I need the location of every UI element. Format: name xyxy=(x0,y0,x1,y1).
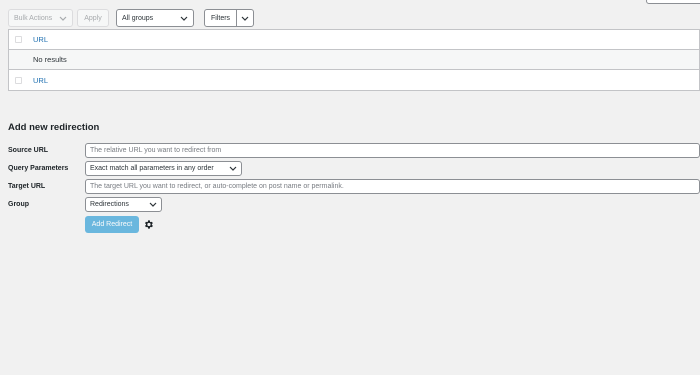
query-parameters-select[interactable]: Exact match all parameters in any order xyxy=(85,161,242,176)
target-url-placeholder: The target URL you want to redirect, or … xyxy=(90,183,344,190)
redirects-table: URL No results URL xyxy=(8,29,700,91)
source-url-label: Source URL xyxy=(8,147,49,154)
apply-label: Apply xyxy=(84,14,102,22)
gear-icon[interactable] xyxy=(143,219,154,230)
source-url-row: Source URL The relative URL you want to … xyxy=(8,143,700,158)
group-label: Group xyxy=(8,201,29,208)
select-all-checkbox[interactable] xyxy=(15,36,22,43)
bulk-actions-label: Bulk Actions xyxy=(14,14,53,22)
top-search-field[interactable] xyxy=(646,0,700,4)
table-row: No results xyxy=(9,50,699,70)
groups-select[interactable]: All groups xyxy=(116,9,194,27)
table-footer-row: URL xyxy=(9,70,699,90)
group-row: Group Redirections xyxy=(8,197,162,212)
query-parameters-value: Exact match all parameters in any order xyxy=(90,165,214,172)
add-redirection-heading: Add new redirection xyxy=(8,122,100,133)
apply-button[interactable]: Apply xyxy=(77,9,109,27)
chevron-down-icon xyxy=(229,166,237,171)
group-select[interactable]: Redirections xyxy=(85,197,162,212)
table-header-row: URL xyxy=(9,30,699,50)
source-url-input[interactable]: The relative URL you want to redirect fr… xyxy=(85,143,700,158)
bulk-actions-select[interactable]: Bulk Actions xyxy=(8,9,73,27)
filters-label[interactable]: Filters xyxy=(205,10,238,26)
add-redirect-label: Add Redirect xyxy=(91,221,133,228)
chevron-down-icon xyxy=(59,16,67,21)
table-toolbar: Bulk Actions Apply All groups Filters xyxy=(8,9,255,27)
url-column-header[interactable]: URL xyxy=(33,35,48,44)
filters-dropdown[interactable]: Filters xyxy=(204,9,255,27)
source-url-placeholder: The relative URL you want to redirect fr… xyxy=(90,147,222,154)
target-url-row: Target URL The target URL you want to re… xyxy=(8,179,700,194)
target-url-label: Target URL xyxy=(8,183,46,190)
chevron-down-icon xyxy=(149,202,157,207)
chevron-down-icon xyxy=(241,16,249,21)
target-url-input[interactable]: The target URL you want to redirect, or … xyxy=(85,179,700,194)
url-column-footer[interactable]: URL xyxy=(33,76,48,85)
select-all-checkbox-footer[interactable] xyxy=(15,76,22,84)
filters-toggle[interactable] xyxy=(237,10,253,26)
groups-select-value: All groups xyxy=(122,14,154,22)
add-redirect-button[interactable]: Add Redirect xyxy=(85,216,139,233)
group-select-value: Redirections xyxy=(90,201,129,208)
query-parameters-row: Query Parameters Exact match all paramet… xyxy=(8,161,242,176)
chevron-down-icon xyxy=(180,16,188,21)
query-parameters-label: Query Parameters xyxy=(8,165,69,172)
no-results-text: No results xyxy=(33,55,67,64)
